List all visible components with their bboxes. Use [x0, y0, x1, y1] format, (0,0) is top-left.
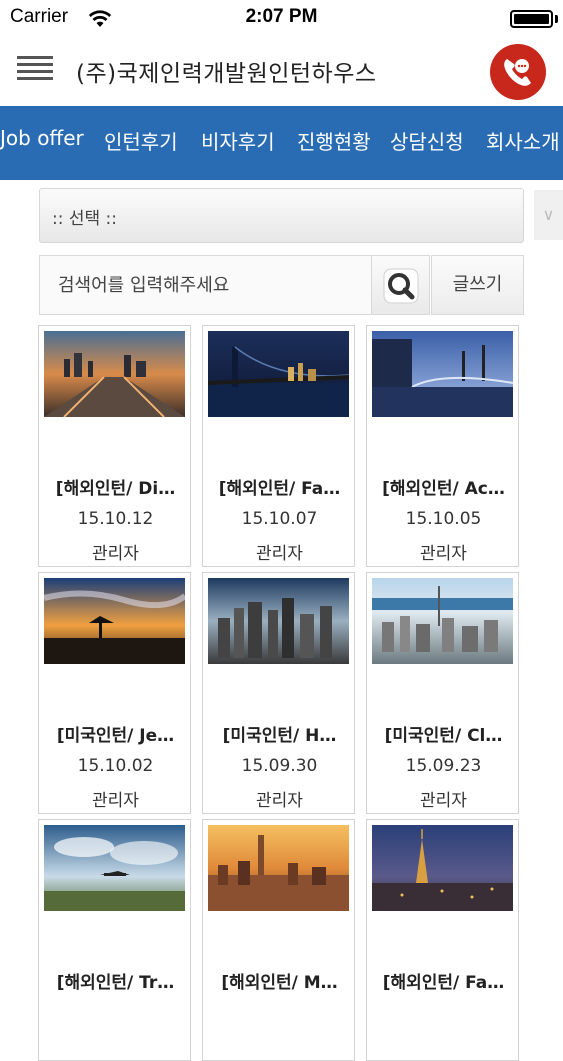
nav-item-job-offer[interactable]: Job offer: [0, 126, 84, 150]
category-select[interactable]: :: 선택 ::: [39, 188, 524, 243]
post-thumbnail: [208, 825, 349, 911]
post-date: 15.10.05: [405, 509, 482, 529]
post-date: 15.10.02: [77, 756, 154, 776]
post-title: [해외인턴/ Fa…: [218, 479, 341, 499]
post-author: 관리자: [92, 544, 139, 564]
phone-icon: [504, 59, 531, 86]
nav-item-progress[interactable]: 진행현황: [297, 126, 371, 155]
post-title: [미국인턴/ Je…: [56, 726, 175, 746]
post-card[interactable]: [해외인턴/ M…: [202, 819, 355, 1061]
post-thumbnail: [44, 331, 185, 417]
post-card[interactable]: [해외인턴/ Fa… 15.10.07 관리자: [202, 325, 355, 567]
post-thumbnail: [372, 578, 513, 664]
nav-item-intern-review[interactable]: 인턴후기: [104, 126, 178, 155]
post-thumbnail: [44, 825, 185, 911]
battery-icon: [510, 10, 553, 28]
post-title: [미국인턴/ H…: [222, 726, 337, 746]
post-thumbnail: [372, 825, 513, 911]
post-date: 15.09.30: [241, 756, 318, 776]
write-button[interactable]: 글쓰기: [431, 255, 524, 315]
site-title: (주)국제인력개발원인턴하우스: [76, 61, 377, 87]
post-thumbnail: [208, 331, 349, 417]
post-author: 관리자: [420, 791, 467, 811]
post-title: [해외인턴/ Ac…: [382, 479, 505, 499]
post-author: 관리자: [256, 791, 303, 811]
post-card[interactable]: [미국인턴/ H… 15.09.30 관리자: [202, 572, 355, 814]
clock: 2:07 PM: [245, 6, 318, 27]
post-title: [미국인턴/ Cl…: [384, 726, 503, 746]
post-title: [해외인턴/ Tr…: [56, 973, 175, 993]
post-thumbnail: [44, 578, 185, 664]
nav-item-company[interactable]: 회사소개: [486, 126, 560, 155]
post-title: [해외인턴/ Di…: [55, 479, 176, 499]
post-title: [해외인턴/ M…: [221, 973, 338, 993]
post-date: 15.09.23: [405, 756, 482, 776]
post-author: 관리자: [420, 544, 467, 564]
post-date: 15.10.07: [241, 509, 318, 529]
post-card[interactable]: [해외인턴/ Tr…: [38, 819, 191, 1061]
post-card[interactable]: [해외인턴/ Ac… 15.10.05 관리자: [366, 325, 519, 567]
post-card[interactable]: [해외인턴/ Fa…: [366, 819, 519, 1061]
chevron-down-icon[interactable]: ∨: [534, 190, 563, 240]
search-input[interactable]: [39, 255, 371, 315]
post-thumbnail: [372, 331, 513, 417]
top-nav: Job offer 인턴후기 비자후기 진행현황 상담신청 회사소개: [0, 106, 563, 180]
search-row: 글쓰기: [39, 255, 524, 315]
select-value: :: 선택 ::: [52, 209, 117, 229]
app-header: (주)국제인력개발원인턴하우스: [0, 36, 563, 106]
post-author: 관리자: [92, 791, 139, 811]
nav-item-consult[interactable]: 상담신청: [390, 126, 464, 155]
post-author: 관리자: [256, 544, 303, 564]
post-thumbnail: [208, 578, 349, 664]
status-bar: Carrier 2:07 PM: [0, 0, 563, 36]
post-card[interactable]: [미국인턴/ Je… 15.10.02 관리자: [38, 572, 191, 814]
nav-item-visa-review[interactable]: 비자후기: [201, 126, 275, 155]
search-button[interactable]: [371, 255, 430, 315]
post-card[interactable]: [미국인턴/ Cl… 15.09.23 관리자: [366, 572, 519, 814]
post-date: 15.10.12: [77, 509, 154, 529]
search-icon: [383, 268, 419, 304]
post-card[interactable]: [해외인턴/ Di… 15.10.12 관리자: [38, 325, 191, 567]
battery-tip: [555, 15, 558, 23]
hamburger-menu-icon[interactable]: [17, 56, 53, 84]
post-title: [해외인턴/ Fa…: [382, 973, 505, 993]
call-button[interactable]: [490, 44, 546, 100]
